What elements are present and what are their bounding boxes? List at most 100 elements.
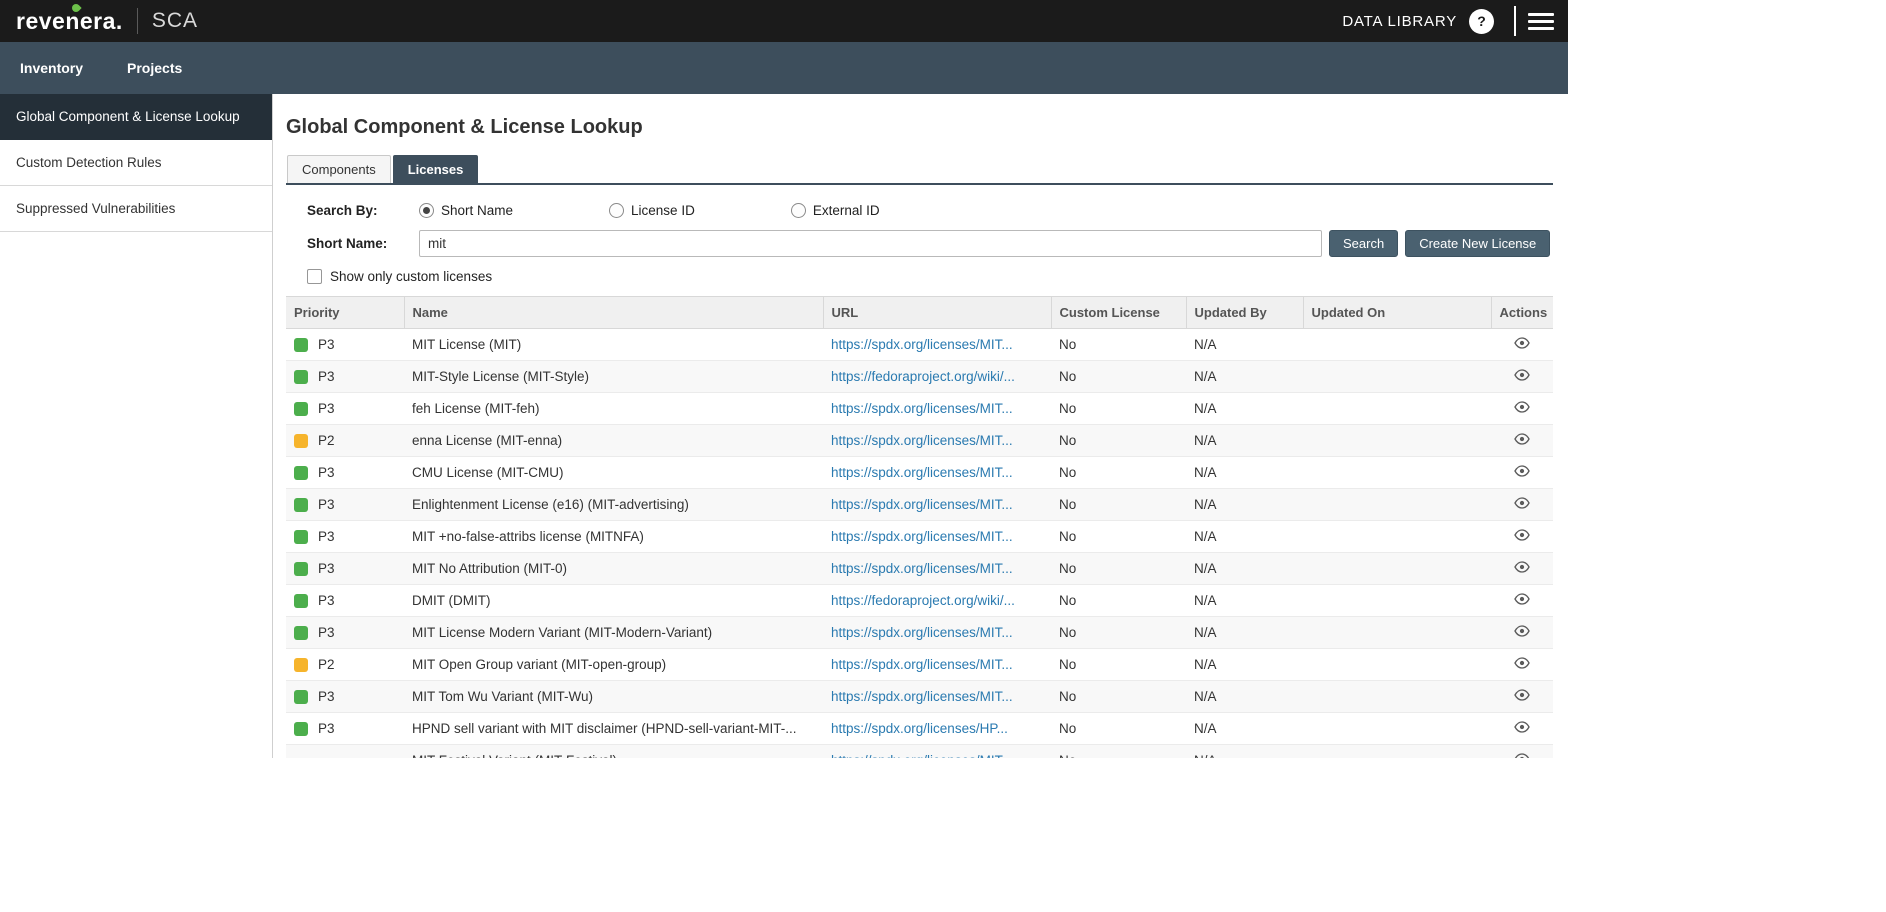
license-url-link[interactable]: https://spdx.org/licenses/MIT...	[831, 497, 1013, 512]
license-url-link[interactable]: https://fedoraproject.org/wiki/...	[831, 369, 1015, 384]
updated-on-value	[1303, 649, 1491, 681]
search-panel: Search By: Short Name License ID Exte	[286, 203, 1553, 284]
radio-control-external-id	[791, 203, 806, 218]
custom-license-value: No	[1051, 553, 1186, 585]
table-row: P3 Enlightenment License (e16) (MIT-adve…	[286, 489, 1553, 521]
radio-license-id[interactable]: License ID	[609, 203, 695, 218]
table-row: P2 MIT Open Group variant (MIT-open-grou…	[286, 649, 1553, 681]
view-license-icon[interactable]	[1514, 367, 1530, 383]
priority-label: P3	[318, 337, 335, 352]
product-name: SCA	[152, 9, 198, 33]
updated-on-value	[1303, 713, 1491, 745]
radio-control-license-id	[609, 203, 624, 218]
license-url-link[interactable]: https://spdx.org/licenses/MIT...	[831, 401, 1013, 416]
main-content: Global Component & License Lookup Compon…	[273, 94, 1568, 758]
view-license-icon[interactable]	[1514, 719, 1530, 735]
table-row: P3 MIT License Modern Variant (MIT-Moder…	[286, 617, 1553, 649]
nav-item-inventory[interactable]: Inventory	[20, 60, 83, 76]
view-license-icon[interactable]	[1514, 687, 1530, 703]
sidebar-item-suppressed-vulnerabilities[interactable]: Suppressed Vulnerabilities	[0, 186, 272, 232]
license-url-link[interactable]: https://fedoraproject.org/wiki/...	[831, 593, 1015, 608]
priority-label: P3	[318, 561, 335, 576]
license-url-link[interactable]: https://spdx.org/licenses/HP...	[831, 721, 1008, 736]
search-button[interactable]: Search	[1329, 230, 1398, 257]
view-license-icon[interactable]	[1514, 399, 1530, 415]
license-url-link[interactable]: https://spdx.org/licenses/MIT...	[831, 657, 1013, 672]
license-url-link[interactable]: https://spdx.org/licenses/MIT...	[831, 529, 1013, 544]
custom-license-value: No	[1051, 521, 1186, 553]
license-name: DMIT (DMIT)	[404, 585, 823, 617]
view-license-icon[interactable]	[1514, 335, 1530, 351]
priority-badge	[294, 722, 308, 736]
updated-on-value	[1303, 393, 1491, 425]
sidebar-item-global-lookup[interactable]: Global Component & License Lookup	[0, 94, 272, 140]
priority-badge	[294, 370, 308, 384]
license-url-link[interactable]: https://spdx.org/licenses/MIT...	[831, 433, 1013, 448]
license-name: CMU License (MIT-CMU)	[404, 457, 823, 489]
show-custom-checkbox[interactable]	[307, 269, 322, 284]
license-url-link[interactable]: https://spdx.org/licenses/MIT...	[831, 625, 1013, 640]
custom-license-value: No	[1051, 649, 1186, 681]
license-url-link[interactable]: https://spdx.org/licenses/MIT...	[831, 337, 1013, 352]
tab-licenses[interactable]: Licenses	[393, 155, 479, 183]
table-row: P3 feh License (MIT-feh) https://spdx.or…	[286, 393, 1553, 425]
priority-badge	[294, 434, 308, 448]
license-url-link[interactable]: https://spdx.org/licenses/MIT...	[831, 561, 1013, 576]
custom-license-value: No	[1051, 361, 1186, 393]
priority-label: P3	[318, 369, 335, 384]
license-results-table: Priority Name URL Custom License Updated…	[286, 296, 1553, 758]
priority-label: P3	[318, 465, 335, 480]
custom-license-value: No	[1051, 489, 1186, 521]
updated-on-value	[1303, 521, 1491, 553]
view-license-icon[interactable]	[1514, 655, 1530, 671]
table-header-row: Priority Name URL Custom License Updated…	[286, 297, 1553, 329]
view-license-icon[interactable]	[1514, 463, 1530, 479]
view-license-icon[interactable]	[1514, 591, 1530, 607]
priority-badge	[294, 498, 308, 512]
license-url-link[interactable]: https://spdx.org/licenses/MIT...	[831, 465, 1013, 480]
tab-components[interactable]: Components	[287, 155, 391, 183]
custom-license-value: No	[1051, 713, 1186, 745]
view-license-icon[interactable]	[1514, 751, 1530, 758]
show-custom-label: Show only custom licenses	[330, 269, 492, 284]
custom-license-value: No	[1051, 585, 1186, 617]
view-license-icon[interactable]	[1514, 495, 1530, 511]
radio-short-name[interactable]: Short Name	[419, 203, 513, 218]
col-updated-on: Updated On	[1303, 297, 1491, 329]
topbar-left: revenera. SCA	[16, 8, 198, 35]
updated-by-value: N/A	[1186, 457, 1303, 489]
license-url-link[interactable]: https://spdx.org/licenses/MIT...	[831, 689, 1013, 704]
license-name: HPND sell variant with MIT disclaimer (H…	[404, 713, 823, 745]
revenera-logo[interactable]: revenera.	[16, 8, 123, 35]
priority-badge	[294, 530, 308, 544]
license-name: MIT License (MIT)	[404, 329, 823, 361]
short-name-input[interactable]	[419, 230, 1322, 257]
col-url: URL	[823, 297, 1051, 329]
top-bar: revenera. SCA DATA LIBRARY ?	[0, 0, 1568, 42]
short-name-label: Short Name:	[307, 236, 419, 251]
search-by-radio-group: Short Name License ID External ID	[419, 203, 976, 218]
view-license-icon[interactable]	[1514, 431, 1530, 447]
license-url-link[interactable]: https://spdx.org/licenses/MIT...	[831, 753, 1013, 758]
custom-license-value: No	[1051, 681, 1186, 713]
table-row: P3 MIT +no-false-attribs license (MITNFA…	[286, 521, 1553, 553]
priority-badge	[294, 626, 308, 640]
priority-badge	[294, 658, 308, 672]
view-license-icon[interactable]	[1514, 527, 1530, 543]
nav-item-projects[interactable]: Projects	[127, 60, 182, 76]
col-updated-by: Updated By	[1186, 297, 1303, 329]
radio-external-id[interactable]: External ID	[791, 203, 880, 218]
col-actions: Actions	[1491, 297, 1553, 329]
topbar-divider	[137, 8, 138, 34]
updated-on-value	[1303, 489, 1491, 521]
custom-license-value: No	[1051, 745, 1186, 759]
view-license-icon[interactable]	[1514, 559, 1530, 575]
data-library-link[interactable]: DATA LIBRARY	[1342, 13, 1457, 30]
updated-by-value: N/A	[1186, 745, 1303, 759]
help-icon[interactable]: ?	[1469, 9, 1494, 34]
updated-by-value: N/A	[1186, 617, 1303, 649]
sidebar-item-custom-detection-rules[interactable]: Custom Detection Rules	[0, 140, 272, 186]
hamburger-menu-icon[interactable]	[1528, 13, 1554, 30]
view-license-icon[interactable]	[1514, 623, 1530, 639]
create-new-license-button[interactable]: Create New License	[1405, 230, 1550, 257]
